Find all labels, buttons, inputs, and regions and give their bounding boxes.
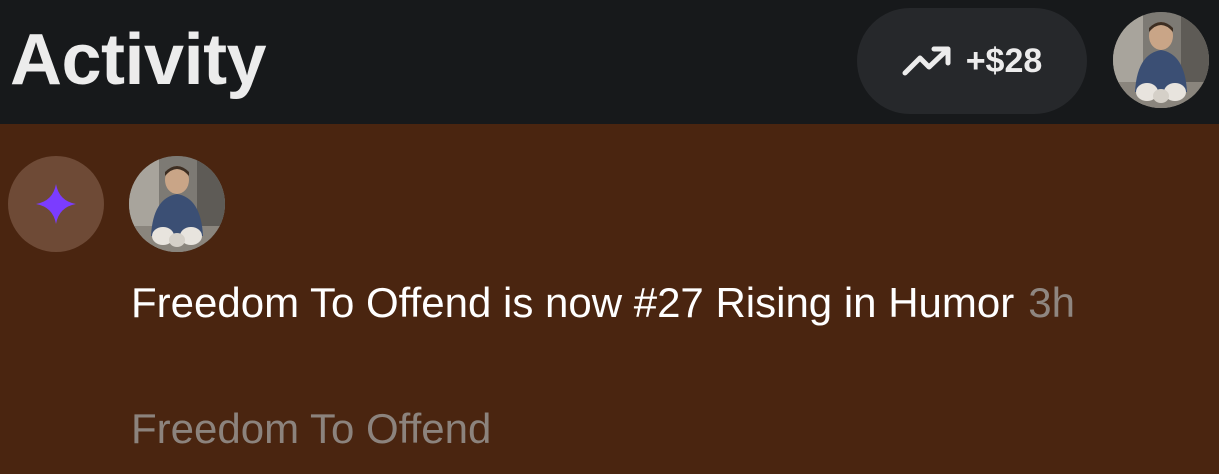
user-avatar-image [129, 156, 225, 252]
earnings-amount: +$28 [965, 42, 1043, 80]
activity-screen: Activity +$28 Freedom To Offend is now #… [0, 0, 1219, 474]
profile-avatar[interactable] [1113, 12, 1209, 108]
trending-up-icon [902, 46, 951, 76]
activity-message: Freedom To Offend is now #27 Rising in H… [131, 276, 1091, 330]
activity-message-text: Freedom To Offend is now #27 Rising in H… [131, 279, 1015, 326]
activity-source[interactable]: Freedom To Offend [131, 402, 491, 456]
header-bar: Activity +$28 [0, 0, 1219, 124]
user-avatar-image [1113, 12, 1209, 108]
activity-time: 3h [1028, 279, 1075, 326]
earnings-button[interactable]: +$28 [857, 8, 1087, 114]
page-title: Activity [10, 20, 267, 100]
activity-type-badge [8, 156, 104, 252]
activity-avatar [129, 156, 225, 252]
sparkle-icon [36, 184, 76, 224]
